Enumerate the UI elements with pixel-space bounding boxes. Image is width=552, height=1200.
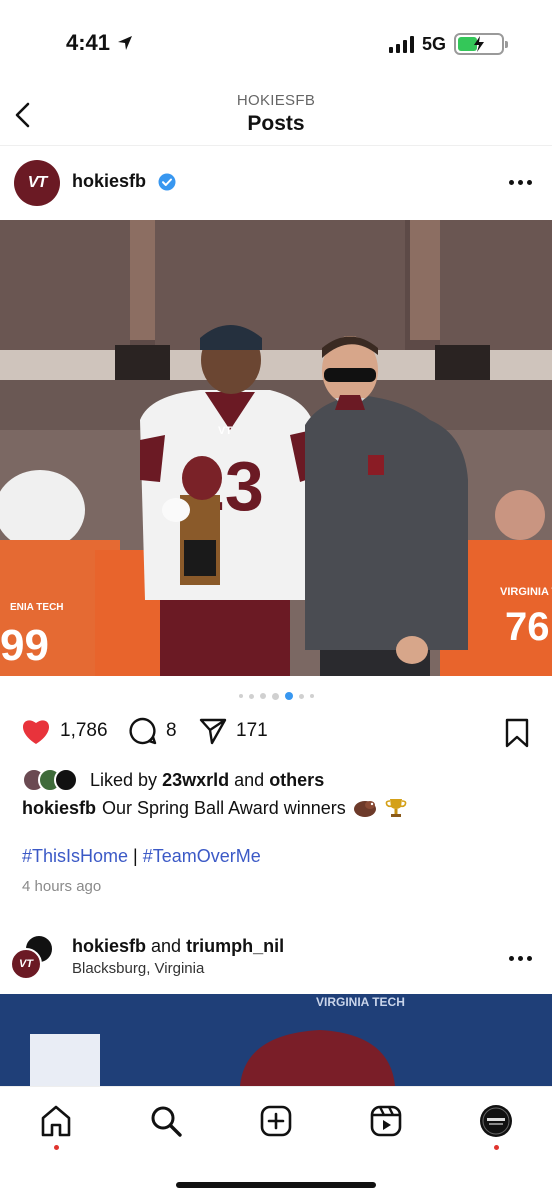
bookmark-icon[interactable] bbox=[504, 718, 530, 748]
status-indicators: 5G bbox=[388, 33, 508, 55]
post-timestamp: 4 hours ago bbox=[22, 878, 102, 895]
share-action[interactable]: 171 bbox=[198, 716, 268, 746]
liker-avatar-3 bbox=[54, 768, 78, 792]
reels-icon[interactable] bbox=[368, 1103, 404, 1139]
post-actions: 1,786 8 171 bbox=[0, 716, 552, 752]
send-icon[interactable] bbox=[198, 716, 228, 746]
hashtag-link[interactable]: #TeamOverMe bbox=[143, 846, 261, 866]
post-username[interactable]: hokiesfb bbox=[72, 171, 146, 192]
next-post-and: and bbox=[151, 936, 182, 956]
status-bar: 4:41 5G bbox=[0, 0, 552, 90]
next-photo-banner: VIRGINIA TECH bbox=[316, 995, 405, 1009]
battery-icon bbox=[454, 33, 508, 55]
share-count: 171 bbox=[236, 720, 268, 741]
like-count: 1,786 bbox=[60, 720, 108, 741]
next-post-user1[interactable]: hokiesfb bbox=[72, 936, 146, 956]
collab-avatar-text: VT bbox=[10, 948, 42, 980]
home-icon[interactable] bbox=[38, 1103, 74, 1139]
home-notification-dot bbox=[54, 1145, 59, 1150]
home-indicator bbox=[176, 1182, 376, 1188]
carousel-dot bbox=[284, 692, 293, 700]
liked-by-avatars bbox=[22, 768, 86, 792]
create-icon[interactable] bbox=[258, 1103, 294, 1139]
photo-jersey-text: ENIA TECH bbox=[10, 602, 64, 613]
photo-jersey-right: 76 bbox=[505, 605, 550, 649]
carousel-dot bbox=[259, 693, 266, 699]
liked-by-prefix: Liked by bbox=[90, 769, 158, 790]
profile-notification-dot bbox=[494, 1145, 499, 1150]
more-options-icon[interactable] bbox=[509, 180, 532, 185]
more-options-icon[interactable] bbox=[509, 956, 532, 961]
verified-badge-icon bbox=[158, 173, 176, 191]
status-time: 4:41 bbox=[66, 30, 134, 56]
next-post-title: hokiesfb and triumph_nil bbox=[72, 936, 284, 957]
post-caption: hokiesfb Our Spring Ball Award winners bbox=[22, 796, 408, 820]
avatar[interactable]: VT bbox=[14, 160, 60, 206]
next-post-header: VT hokiesfb and triumph_nil Blacksburg, … bbox=[0, 930, 552, 994]
turkey-icon bbox=[353, 801, 376, 817]
next-post-location[interactable]: Blacksburg, Virginia bbox=[72, 960, 204, 977]
carousel-dots bbox=[0, 692, 552, 700]
photo-chest-text: VT bbox=[218, 425, 232, 437]
carousel-dot bbox=[271, 692, 279, 700]
next-post-image[interactable]: VIRGINIA TECH bbox=[0, 994, 552, 1086]
post-image[interactable]: ENIA TECH 99 VIRGINIA TECH 76 VT 23 bbox=[0, 220, 552, 676]
liked-by-row[interactable]: Liked by 23wxrld and others bbox=[22, 768, 324, 792]
caption-text: Our Spring Ball Award winners bbox=[102, 797, 346, 818]
carousel-dot bbox=[248, 693, 254, 699]
next-post-user2[interactable]: triumph_nil bbox=[186, 936, 284, 956]
liked-by-user[interactable]: 23wxrld bbox=[162, 770, 229, 791]
trophy-icon bbox=[385, 799, 407, 817]
like-action[interactable]: 1,786 bbox=[20, 716, 108, 746]
network-type: 5G bbox=[421, 33, 446, 54]
collab-avatar[interactable]: VT bbox=[10, 934, 56, 980]
hashtag-separator: | bbox=[133, 846, 138, 866]
charging-bolt-icon bbox=[474, 36, 484, 52]
caption-username[interactable]: hokiesfb bbox=[22, 798, 96, 819]
post-header: VT hokiesfb bbox=[0, 152, 552, 216]
photo-jersey-left: 99 bbox=[0, 621, 49, 670]
comment-count: 8 bbox=[166, 720, 177, 741]
comment-action[interactable]: 8 bbox=[128, 716, 177, 746]
carousel-dot bbox=[309, 694, 314, 698]
hashtags: #ThisIsHome | #TeamOverMe bbox=[22, 846, 261, 867]
time-text: 4:41 bbox=[66, 30, 111, 55]
heart-icon[interactable] bbox=[20, 716, 52, 746]
next-photo-illustration: VIRGINIA TECH bbox=[0, 994, 552, 1086]
page-title: Posts bbox=[247, 112, 305, 135]
location-arrow-icon bbox=[118, 36, 133, 50]
photo-illustration: ENIA TECH 99 VIRGINIA TECH 76 VT 23 bbox=[0, 220, 552, 676]
header-subtitle: HOKIESFB bbox=[236, 92, 316, 109]
liked-by-others[interactable]: others bbox=[269, 770, 324, 791]
carousel-dot bbox=[238, 694, 243, 698]
comment-icon[interactable] bbox=[128, 716, 158, 746]
page-header: HOKIESFB Posts bbox=[0, 88, 552, 146]
hashtag-link[interactable]: #ThisIsHome bbox=[22, 846, 128, 866]
search-icon[interactable] bbox=[148, 1103, 184, 1139]
liked-by-and: and bbox=[234, 769, 265, 790]
carousel-dot bbox=[298, 693, 304, 699]
photo-jersey-right-text: VIRGINIA TECH bbox=[500, 586, 552, 598]
profile-avatar[interactable] bbox=[478, 1103, 514, 1139]
cellular-signal-icon bbox=[388, 35, 414, 53]
